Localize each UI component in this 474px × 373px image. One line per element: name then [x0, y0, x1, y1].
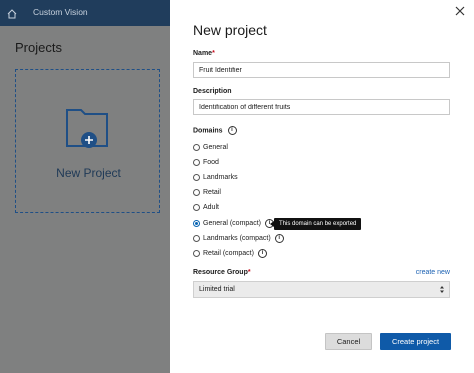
info-icon[interactable]: i — [257, 248, 267, 258]
select-arrows-icon — [439, 285, 445, 294]
required-marker: * — [247, 269, 251, 276]
domain-option-food[interactable]: Food — [193, 157, 219, 167]
domains-label-text: Domains — [193, 127, 223, 135]
radio-button[interactable] — [193, 249, 200, 257]
name-input[interactable] — [193, 62, 450, 78]
domain-option-label: Landmarks — [203, 173, 238, 181]
domain-option-label: Adult — [203, 203, 219, 211]
radio-button[interactable] — [193, 143, 200, 151]
domain-option-label: Retail — [203, 188, 221, 196]
close-icon[interactable] — [454, 4, 466, 16]
new-project-label: New Project — [56, 166, 121, 180]
domain-option-retail-compact[interactable]: Retail (compact) i — [193, 248, 267, 258]
app-title[interactable]: Custom Vision — [33, 7, 88, 17]
required-marker: * — [212, 50, 215, 57]
radio-button-selected[interactable] — [193, 219, 200, 227]
create-project-button[interactable]: Create project — [380, 333, 451, 350]
home-icon[interactable] — [6, 7, 18, 19]
new-folder-icon — [65, 106, 111, 150]
dialog-title: New project — [193, 22, 267, 38]
description-label: Description — [193, 88, 232, 95]
cancel-button[interactable]: Cancel — [325, 333, 372, 350]
radio-button[interactable] — [193, 158, 200, 166]
domain-option-adult[interactable]: Adult — [193, 202, 219, 212]
resource-group-label-text: Resource Group — [193, 269, 248, 276]
new-project-card[interactable]: New Project — [15, 69, 160, 213]
name-label-text: Name — [193, 50, 213, 57]
resource-group-label: Resource Group* — [193, 269, 251, 276]
projects-title: Projects — [15, 40, 62, 55]
domain-option-general[interactable]: General — [193, 142, 228, 152]
new-project-panel: New project Name* Description Domains i … — [170, 0, 474, 373]
radio-button[interactable] — [193, 188, 200, 196]
export-tooltip: This domain can be exported — [269, 218, 362, 230]
domain-option-label: Landmarks (compact) — [203, 234, 271, 242]
domain-option-label: Retail (compact) — [203, 249, 254, 257]
domain-option-label: General — [203, 143, 228, 151]
domain-option-label: General (compact) — [203, 219, 261, 227]
resource-group-select[interactable]: Limited trial — [193, 281, 450, 298]
radio-button[interactable] — [193, 234, 200, 242]
create-new-link[interactable]: create new — [416, 269, 450, 276]
info-icon[interactable]: i — [274, 233, 284, 243]
radio-button[interactable] — [193, 173, 200, 181]
domain-option-retail[interactable]: Retail — [193, 187, 221, 197]
name-label: Name* — [193, 50, 215, 57]
domains-label: Domains i — [193, 126, 237, 135]
domain-option-label: Food — [203, 158, 219, 166]
domain-option-landmarks-compact[interactable]: Landmarks (compact) i — [193, 233, 284, 243]
radio-button[interactable] — [193, 203, 200, 211]
domains-info-icon[interactable]: i — [227, 126, 237, 135]
domain-option-landmarks[interactable]: Landmarks — [193, 172, 238, 182]
domain-option-general-compact[interactable]: General (compact) i — [193, 218, 274, 228]
description-input[interactable] — [193, 99, 450, 115]
resource-group-value: Limited trial — [199, 286, 235, 293]
